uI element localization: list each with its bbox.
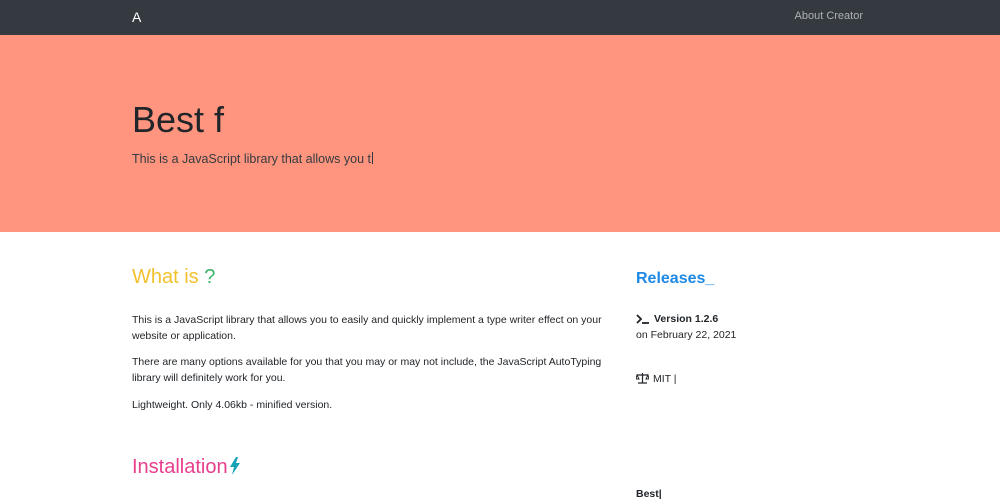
- size-paragraph: Lightweight. Only 4.06kb - minified vers…: [132, 399, 333, 411]
- what-is-heading: What is ?: [132, 266, 215, 289]
- version-info: Version 1.2.6: [636, 313, 718, 327]
- options-paragraph: There are many options available for you…: [132, 356, 602, 384]
- what-is-heading-text: What is: [132, 266, 205, 288]
- lightning-bolt-icon: [229, 457, 241, 481]
- best-typing-text: Best|: [636, 488, 662, 500]
- release-date: on February 22, 2021: [636, 329, 737, 341]
- license-info: MIT |: [635, 372, 677, 387]
- hero-banner: Best f This is a JavaScript library that…: [0, 35, 1000, 232]
- installation-heading: Installation: [132, 456, 241, 481]
- version-label: Version 1.2.6: [654, 313, 719, 325]
- hero-subtitle: This is a JavaScript library that allows…: [132, 152, 373, 166]
- about-creator-link[interactable]: About Creator: [795, 10, 863, 22]
- terminal-icon: [636, 314, 650, 327]
- question-mark: ?: [204, 266, 216, 288]
- releases-heading: Releases_: [636, 270, 715, 287]
- balance-scale-icon: [635, 372, 650, 387]
- brand-link[interactable]: A: [132, 9, 141, 25]
- license-label: MIT |: [653, 373, 677, 385]
- top-navbar: A About Creator: [0, 0, 1000, 35]
- hero-title: Best f: [132, 99, 225, 140]
- installation-heading-text: Installation: [132, 456, 228, 478]
- description-paragraph: This is a JavaScript library that allows…: [132, 314, 602, 342]
- typing-caret: [371, 152, 373, 164]
- hero-subtitle-text: This is a JavaScript library that allows…: [132, 152, 371, 166]
